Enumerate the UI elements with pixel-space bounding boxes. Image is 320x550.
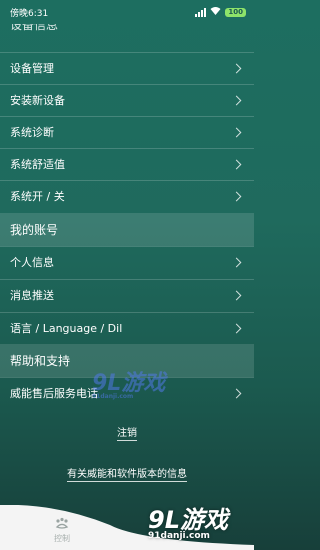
logout-link[interactable]: 注销 [0,424,254,441]
row-label: 个人信息 [10,256,54,269]
chevron-right-icon [231,388,242,398]
about-link[interactable]: 有关威能和软件版本的信息 [0,465,254,482]
chevron-right-icon [231,191,242,201]
row-device-management[interactable]: 设备管理 [0,52,254,83]
row-label: 系统舒适值 [10,158,65,171]
status-icons: 100 [195,6,246,18]
watermark-logo: 9L游戏 91danji.com [92,365,165,400]
chevron-right-icon [231,323,242,333]
about-label: 有关威能和软件版本的信息 [67,469,187,482]
row-install-device[interactable]: 安装新设备 [0,84,254,115]
tab-control-label: 控制 [54,534,70,543]
chevron-right-icon [231,127,242,137]
watermark-corner-text: 9L游戏 [148,506,228,534]
chevron-right-icon [231,257,242,267]
wifi-icon [210,6,221,18]
status-time: 傍晚6:31 [10,8,49,19]
row-personal-info[interactable]: 个人信息 [0,246,254,277]
partial-list-item-label: 设备信息 [10,24,59,32]
row-label: 消息推送 [10,289,54,302]
row-label: 语言 / Language / Dil [10,322,123,335]
partial-list-item[interactable]: 设备信息 [0,24,254,50]
row-language[interactable]: 语言 / Language / Dil [0,312,254,343]
logout-label: 注销 [117,428,137,441]
row-push-messages[interactable]: 消息推送 [0,279,254,310]
row-label: 安装新设备 [10,94,65,107]
battery-icon: 100 [225,7,246,17]
watermark-corner-logo: 9L游戏 91danji.com [148,500,228,541]
signal-icon [195,7,207,17]
chevron-right-icon [231,290,242,300]
paw-icon [55,517,69,529]
chevron-right-icon [231,63,242,73]
tab-control[interactable]: 控制 [40,517,84,549]
chevron-right-icon [231,95,242,105]
row-system-diagnosis[interactable]: 系统诊断 [0,116,254,147]
row-system-on-off[interactable]: 系统开 / 关 [0,180,254,211]
status-bar: 傍晚6:31 100 [0,0,254,24]
row-comfort-value[interactable]: 系统舒适值 [0,148,254,179]
row-label: 系统诊断 [10,126,54,139]
chevron-right-icon [231,159,242,169]
row-label: 系统开 / 关 [10,190,65,203]
row-label: 设备管理 [10,62,54,75]
section-header-account: 我的账号 [0,213,254,246]
